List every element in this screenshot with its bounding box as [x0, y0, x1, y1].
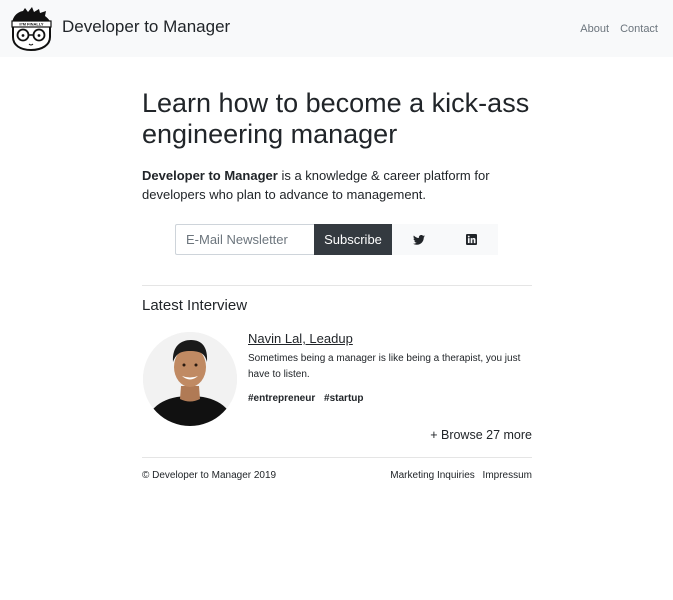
newsletter-form: Subscribe [175, 224, 498, 255]
intro-brand: Developer to Manager [142, 168, 278, 183]
tag-entrepreneur[interactable]: #entrepreneur [248, 393, 315, 404]
browse-more-link[interactable]: + Browse 27 more [430, 428, 532, 442]
intro-text: Developer to Manager is a knowledge & ca… [142, 166, 532, 204]
copyright: © Developer to Manager 2019 [142, 470, 277, 481]
twitter-icon [412, 234, 425, 245]
brand-title[interactable]: Developer to Manager [62, 17, 230, 37]
marketing-inquiries-link[interactable]: Marketing Inquiries [390, 470, 474, 481]
tag-startup[interactable]: #startup [324, 393, 363, 404]
tag-list: #entrepreneur #startup [248, 393, 369, 404]
twitter-button[interactable] [392, 224, 445, 255]
top-nav: About Contact [572, 23, 658, 35]
divider [142, 285, 532, 286]
page-title: Learn how to become a kick-ass engineeri… [142, 88, 530, 149]
person-photo [143, 332, 237, 426]
navbar: ll'M FINALLY Developer to Manager About … [0, 0, 673, 57]
footer-links: Marketing Inquiries Impressum [385, 470, 532, 481]
linkedin-button[interactable] [445, 224, 498, 255]
latest-interview-title: Latest Interview [142, 297, 248, 314]
nav-about-link[interactable]: About [580, 23, 609, 35]
svg-text:ll'M FINALLY: ll'M FINALLY [19, 22, 43, 27]
newsletter-email-input[interactable] [175, 224, 314, 255]
logo-face-icon: ll'M FINALLY [11, 7, 52, 52]
impressum-link[interactable]: Impressum [483, 470, 532, 481]
linkedin-icon [466, 234, 477, 245]
interviewee-avatar[interactable] [143, 332, 237, 426]
nav-contact-link[interactable]: Contact [620, 23, 658, 35]
interview-quote: Sometimes being a manager is like being … [248, 353, 521, 380]
interviewee-name[interactable]: Navin Lal, Leadup [248, 331, 353, 346]
footer-divider [142, 457, 532, 458]
brand-logo[interactable]: ll'M FINALLY [9, 7, 53, 52]
subscribe-button[interactable]: Subscribe [314, 224, 392, 255]
